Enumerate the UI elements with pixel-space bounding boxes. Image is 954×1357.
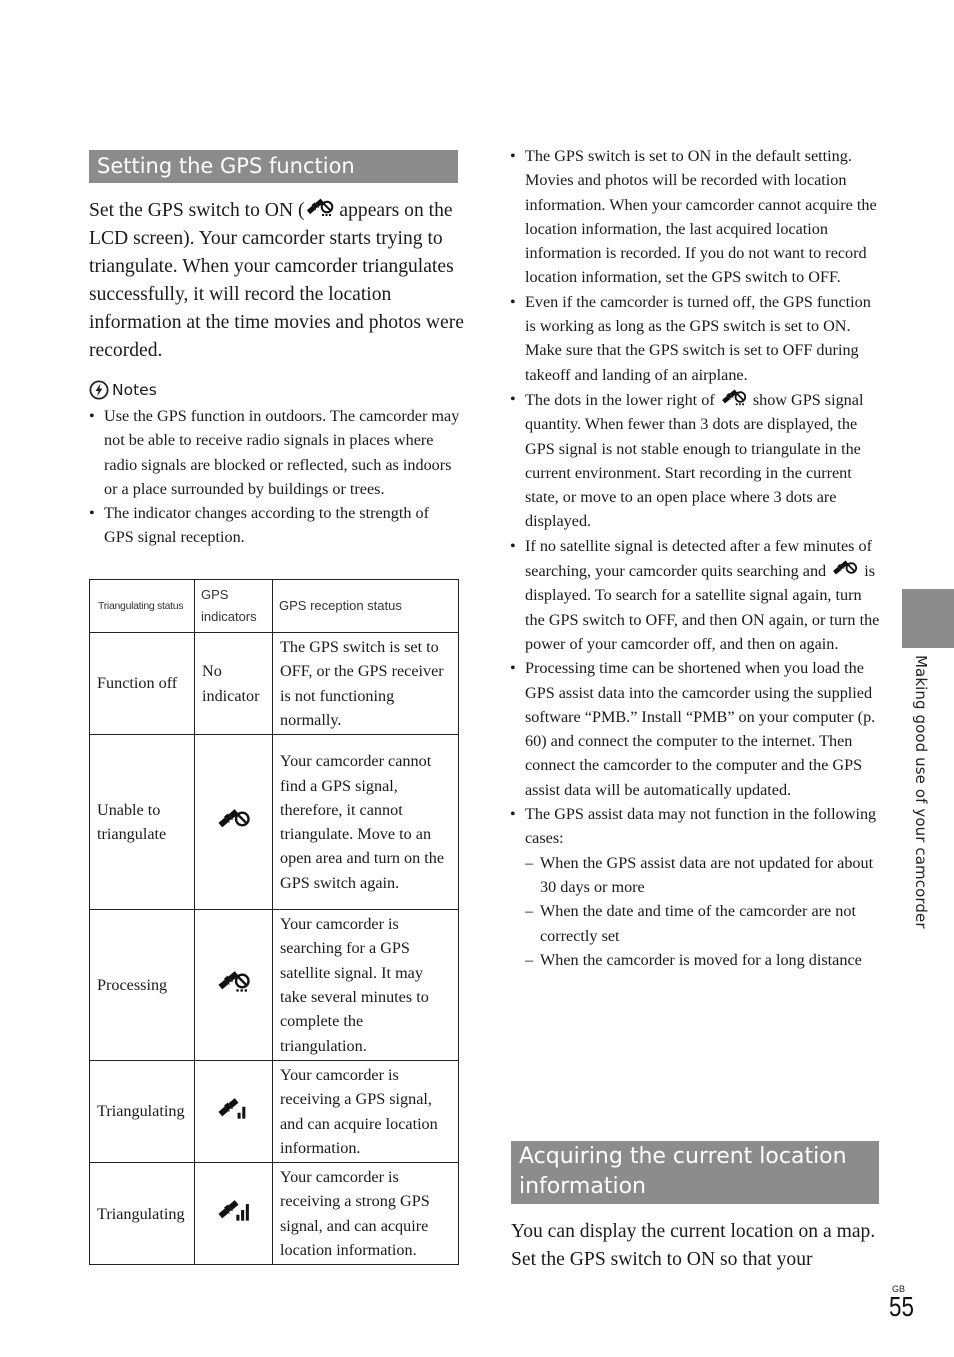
header-gps-reception-status: GPS reception status bbox=[272, 579, 459, 633]
list-item: The GPS assist data may not function in … bbox=[510, 802, 880, 972]
cell-reception: Your camcorder is receiving a strong GPS… bbox=[272, 1162, 459, 1266]
section-title-acquiring-location: Acquiring the current location informati… bbox=[511, 1141, 879, 1204]
intro-text-1: Set the GPS switch to ON ( bbox=[89, 200, 305, 221]
list-item: The GPS switch is set to ON in the defau… bbox=[510, 144, 880, 290]
list-item: Even if the camcorder is turned off, the… bbox=[510, 290, 880, 387]
chapter-tab bbox=[902, 589, 954, 648]
list-item: If no satellite signal is detected after… bbox=[510, 534, 880, 656]
notes-heading: Notes bbox=[89, 380, 157, 400]
table-row: Unable to triangulate Your camcorder can… bbox=[89, 734, 459, 911]
cell-indicator bbox=[194, 1059, 273, 1164]
cell-indicator: No indicator bbox=[194, 631, 273, 736]
cell-status: Triangulating bbox=[89, 1162, 195, 1266]
cell-reception: Your camcorder cannot find a GPS signal,… bbox=[272, 734, 459, 911]
sub-list-item: When the camcorder is moved for a long d… bbox=[525, 948, 880, 973]
header-triangulating-status: Triangulating status bbox=[89, 579, 195, 633]
table-header-row: Triangulating status GPS indicators GPS … bbox=[89, 579, 459, 633]
cell-status: Triangulating bbox=[89, 1059, 195, 1164]
gps-unable-icon bbox=[217, 807, 250, 828]
section2-intro: You can display the current location on … bbox=[511, 1221, 876, 1270]
note-item: The indicator changes according to the s… bbox=[89, 501, 461, 550]
gps-indicator-table: Triangulating status GPS indicators GPS … bbox=[89, 579, 459, 1266]
list-item-text: The GPS assist data may not function in … bbox=[525, 805, 877, 848]
gps-unable-icon bbox=[832, 559, 858, 576]
section-title-setting-gps: Setting the GPS function bbox=[89, 150, 458, 183]
table-row: Processing Your camcorder is searching f… bbox=[89, 909, 459, 1061]
note-item: Use the GPS function in outdoors. The ca… bbox=[89, 404, 461, 501]
intro-text-2: appears on the LCD screen). Your camcord… bbox=[89, 200, 464, 361]
gps-processing-icon bbox=[721, 388, 746, 406]
table-row: Triangulating Your camcorder is receivin… bbox=[89, 1162, 459, 1266]
gps-processing-icon bbox=[217, 970, 250, 993]
list-item-text: show GPS signal quantity. When fewer tha… bbox=[525, 390, 864, 531]
notes-title: Notes bbox=[112, 381, 157, 399]
table-row: Triangulating Your camcorder is receivin… bbox=[89, 1059, 459, 1164]
notes-list: Use the GPS function in outdoors. The ca… bbox=[89, 404, 461, 550]
notes-icon bbox=[89, 380, 109, 400]
page-number: 55 bbox=[889, 1291, 914, 1322]
list-item-text: If no satellite signal is detected after… bbox=[525, 536, 873, 581]
sub-list-item: When the GPS assist data are not updated… bbox=[525, 851, 880, 900]
cell-indicator bbox=[194, 734, 273, 911]
cell-status: Unable to triangulate bbox=[89, 734, 195, 911]
intro-paragraph: Set the GPS switch to ON ( appears on th… bbox=[89, 196, 464, 365]
chapter-label: Making good use of your camcorder bbox=[912, 655, 930, 929]
cell-indicator bbox=[194, 1162, 273, 1266]
header-gps-indicators: GPS indicators bbox=[194, 579, 273, 633]
cell-status: Function off bbox=[89, 631, 195, 736]
gps-processing-icon bbox=[305, 197, 333, 216]
sub-list: When the GPS assist data are not updated… bbox=[525, 851, 880, 973]
gps-signal-medium-icon bbox=[217, 1097, 245, 1119]
table-row: Function off No indicator The GPS switch… bbox=[89, 631, 459, 736]
cell-indicator bbox=[194, 909, 273, 1061]
list-item: The dots in the lower right of show GPS … bbox=[510, 387, 880, 534]
cell-reception: Your camcorder is searching for a GPS sa… bbox=[272, 909, 459, 1061]
cell-status: Processing bbox=[89, 909, 195, 1061]
list-item-text: The dots in the lower right of bbox=[525, 390, 719, 409]
sub-list-item: When the date and time of the camcorder … bbox=[525, 899, 880, 948]
list-item: Processing time can be shortened when yo… bbox=[510, 656, 880, 802]
gps-notes-list: The GPS switch is set to ON in the defau… bbox=[510, 144, 880, 972]
cell-reception: Your camcorder is receiving a GPS signal… bbox=[272, 1059, 459, 1164]
cell-reception: The GPS switch is set to OFF, or the GPS… bbox=[272, 631, 459, 736]
gps-signal-strong-icon bbox=[217, 1199, 249, 1221]
